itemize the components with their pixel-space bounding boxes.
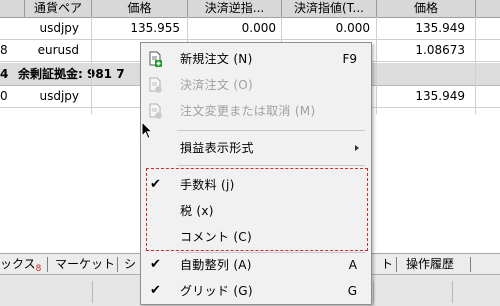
- context-menu: 新規注文 (N) F9 決済注文 (O) 注文変更または取消 (M) 損益表示形…: [140, 42, 372, 305]
- tab-partial[interactable]: ト: [381, 254, 393, 275]
- row-symbol: eurusd: [37, 43, 79, 57]
- tab-mailbox-label: ックス: [0, 257, 36, 271]
- tab-separator: [47, 257, 48, 272]
- table-header: 通貨ペア 価格 決済逆指... 決済指値(T... 価格: [0, 0, 500, 18]
- row-price2: 1.08673: [415, 43, 465, 57]
- mouse-cursor-icon: [141, 120, 154, 140]
- menu-item-shortcut: F9: [342, 52, 357, 66]
- menu-item-label: 手数料 (j): [180, 178, 235, 192]
- column-divider: [91, 17, 92, 114]
- tab-history[interactable]: 操作履歴: [406, 254, 454, 275]
- tab-signals[interactable]: シ: [124, 254, 136, 275]
- menu-item-commission[interactable]: ✔ 手数料 (j): [141, 173, 371, 197]
- tab-separator: [117, 257, 118, 272]
- tab-separator: [396, 257, 397, 272]
- column-divider: [376, 17, 377, 114]
- menu-item-new-order[interactable]: 新規注文 (N) F9: [141, 47, 371, 71]
- status-panel: [452, 281, 500, 303]
- tab-separator: [470, 257, 471, 272]
- menu-separator: [177, 130, 365, 131]
- menu-item-modify-order[interactable]: 注文変更または取消 (M): [141, 99, 371, 123]
- row-sl: 0.000: [241, 21, 276, 35]
- row-price2: 135.949: [415, 89, 465, 103]
- close-order-icon: [147, 77, 163, 93]
- menu-item-label: 新規注文 (N): [180, 52, 253, 66]
- menu-separator: [177, 165, 365, 166]
- margin-lead: 4: [0, 67, 9, 81]
- column-divider: [475, 17, 476, 114]
- table-row[interactable]: usdjpy 135.955 0.000 0.000 135.949: [0, 18, 500, 40]
- menu-item-comment[interactable]: コメント (C): [141, 225, 371, 249]
- checkmark-icon: ✔: [150, 177, 161, 192]
- row-price2: 135.949: [415, 21, 465, 35]
- new-order-icon: [147, 51, 163, 67]
- menu-item-shortcut: G: [347, 284, 357, 298]
- tab-market[interactable]: マーケット: [55, 254, 115, 275]
- header-stoploss[interactable]: 決済逆指...: [188, 0, 282, 17]
- row-symbol: usdjpy: [39, 89, 79, 103]
- menu-item-shortcut: A: [348, 258, 357, 272]
- menu-item-profit-display[interactable]: 損益表示形式: [141, 136, 371, 160]
- header-cell-blank: [0, 0, 25, 17]
- checkmark-icon: ✔: [150, 257, 161, 272]
- menu-item-label: 自動整列 (A): [180, 258, 252, 272]
- tab-mailbox[interactable]: ックス8: [0, 254, 41, 275]
- menu-item-label: 損益表示形式: [180, 141, 254, 155]
- row-lead: 0: [0, 89, 8, 103]
- checkmark-icon: ✔: [150, 283, 161, 298]
- row-lead: 8: [0, 43, 8, 57]
- menu-item-tax[interactable]: 税 (x): [141, 199, 371, 223]
- modify-order-icon: [147, 103, 163, 119]
- menu-item-label: 決済注文 (O): [180, 78, 254, 92]
- menu-item-label: コメント (C): [180, 230, 252, 244]
- header-price2[interactable]: 価格: [377, 0, 476, 17]
- header-symbol[interactable]: 通貨ペア: [25, 0, 92, 17]
- row-tp: 0.000: [335, 21, 370, 35]
- free-margin-label: 余剰証拠金: 981 7: [18, 67, 125, 81]
- menu-item-label: グリッド (G): [180, 284, 253, 298]
- row-price: 135.955: [130, 21, 180, 35]
- header-takeprofit[interactable]: 決済指値(T...: [282, 0, 377, 17]
- submenu-arrow-icon: [355, 145, 359, 151]
- menu-item-grid[interactable]: ✔ グリッド (G) G: [141, 279, 371, 303]
- header-cell-end: [476, 0, 500, 17]
- row-symbol: usdjpy: [39, 21, 79, 35]
- menu-item-close-order[interactable]: 決済注文 (O): [141, 73, 371, 97]
- tab-mailbox-badge: 8: [35, 264, 42, 274]
- menu-item-auto-arrange[interactable]: ✔ 自動整列 (A) A: [141, 253, 371, 277]
- header-price[interactable]: 価格: [92, 0, 188, 17]
- menu-item-label: 注文変更または取消 (M): [180, 104, 316, 118]
- menu-item-label: 税 (x): [180, 204, 214, 218]
